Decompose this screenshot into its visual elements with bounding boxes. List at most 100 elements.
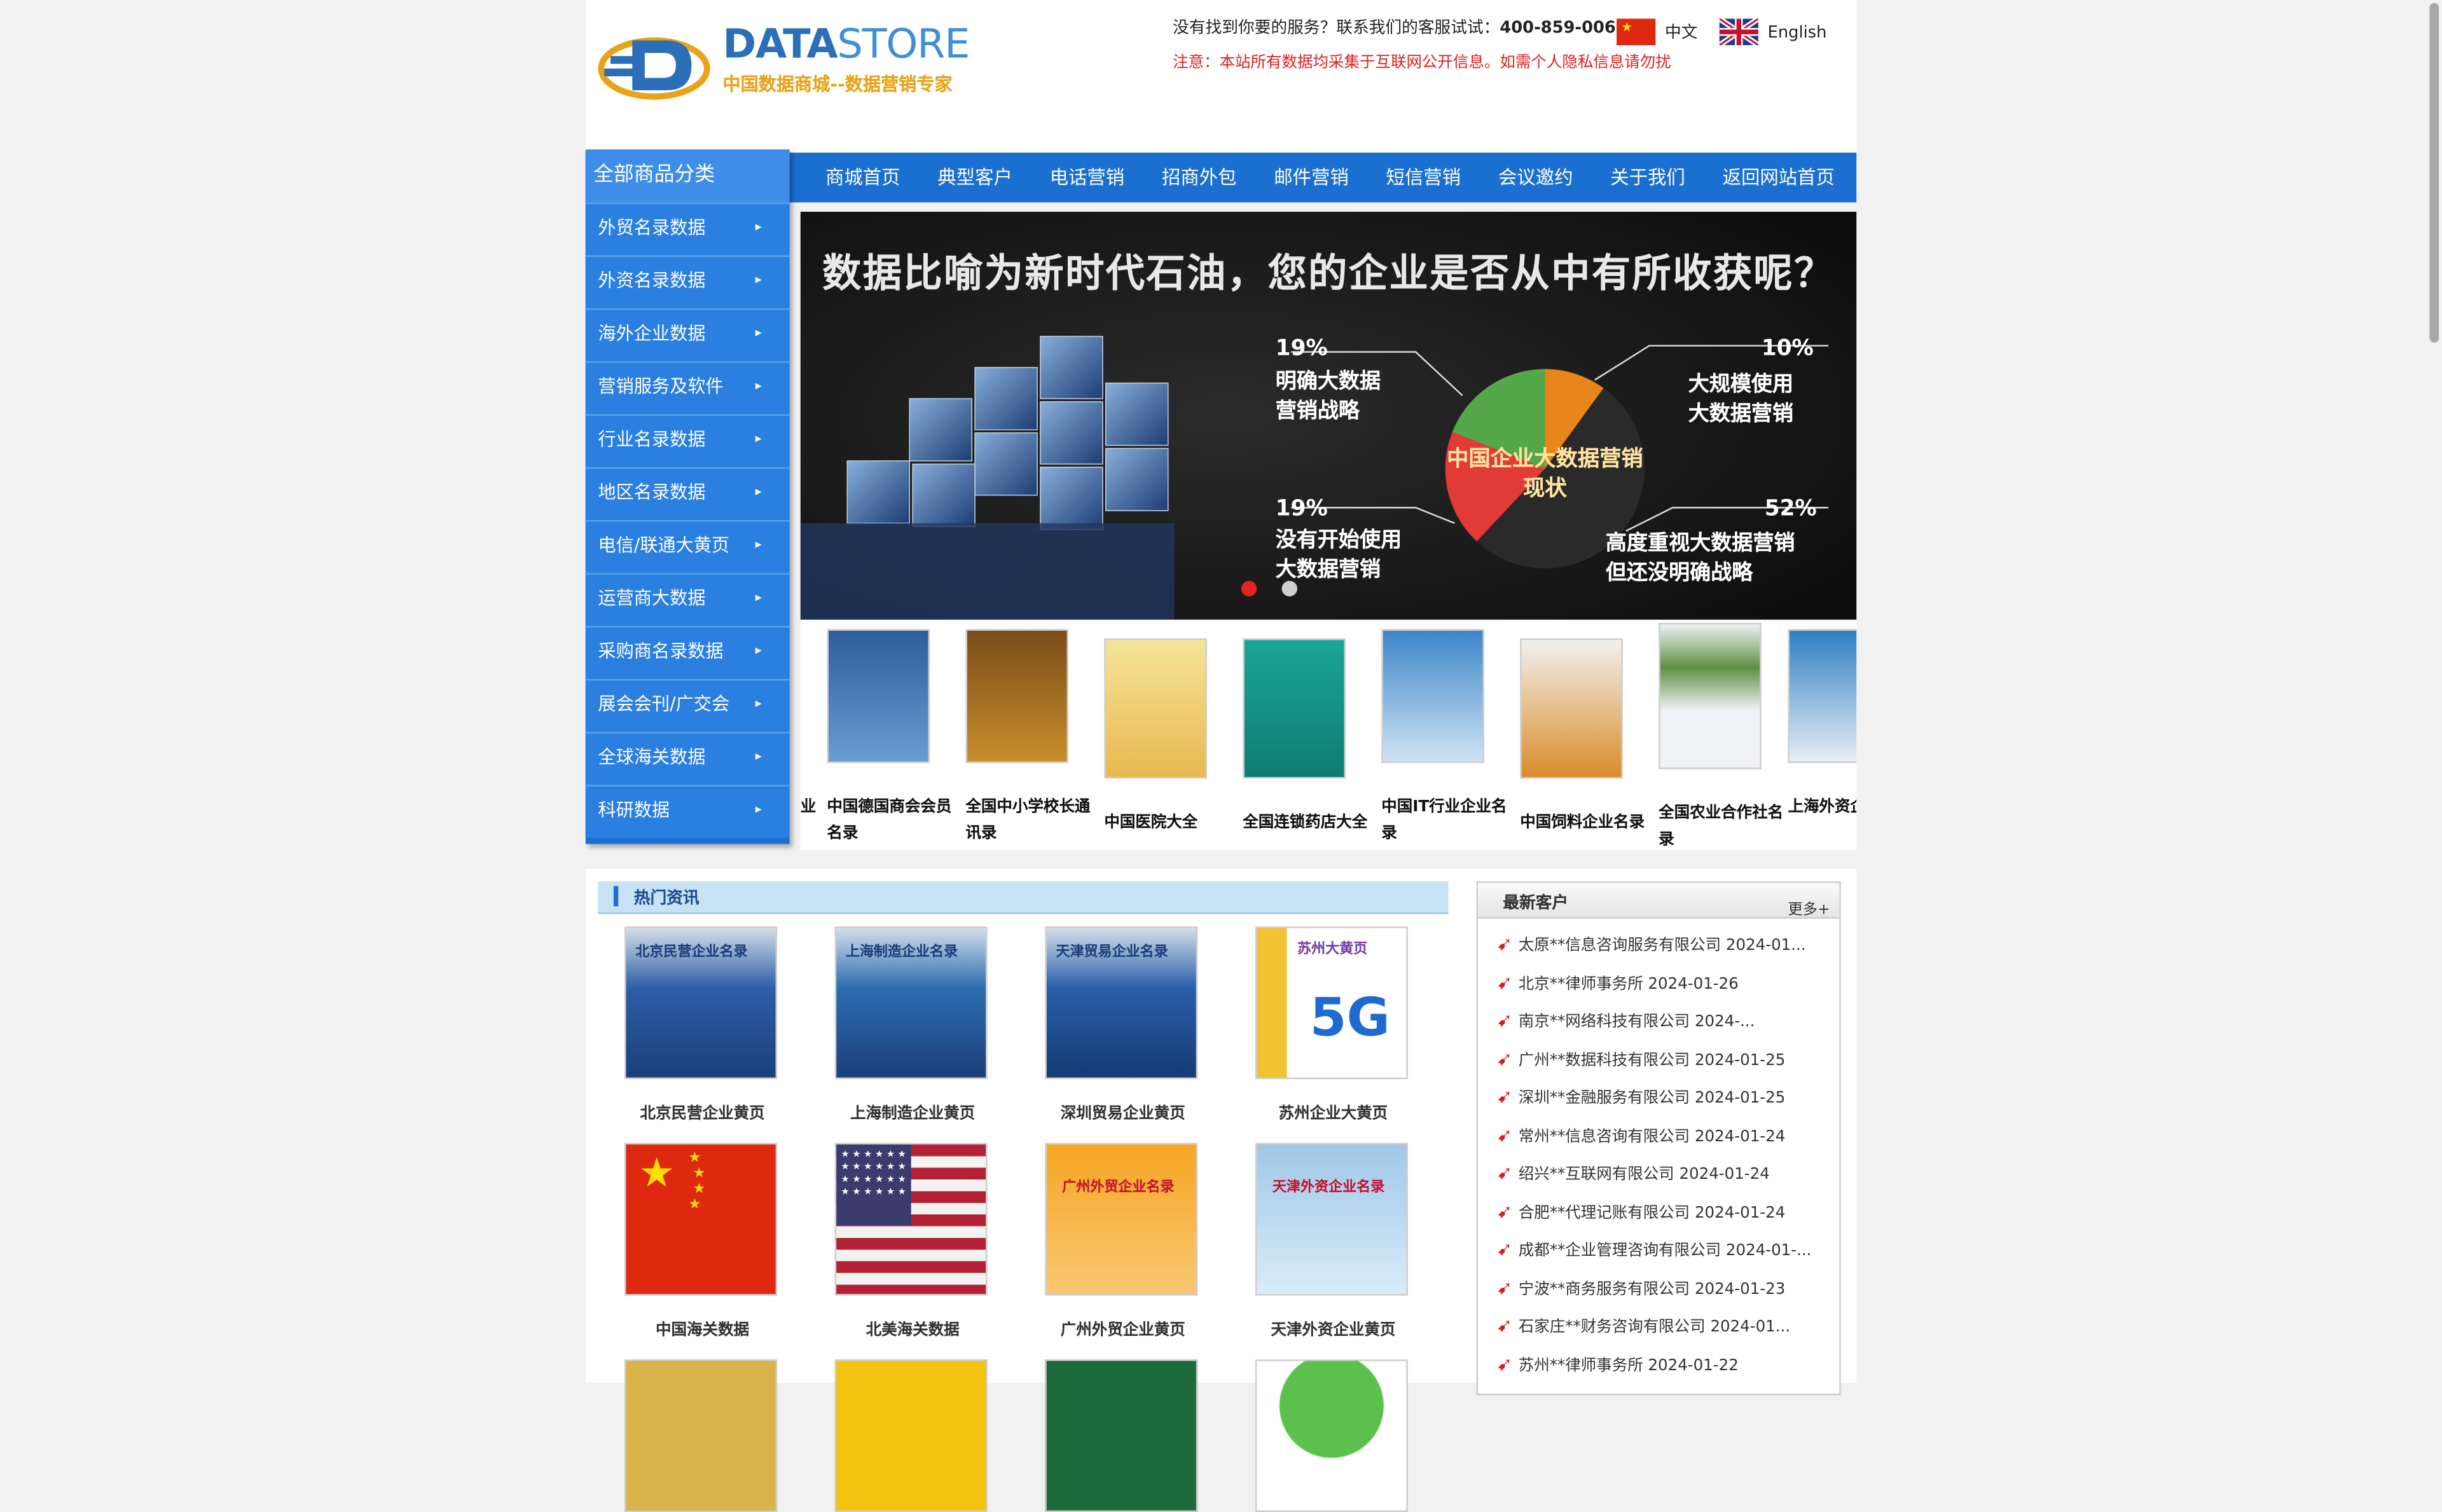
- sidebar-item-foreign-invest[interactable]: 外资名录数据 ▸: [585, 255, 790, 308]
- product-label[interactable]: 上海外资企业黄页: [1788, 794, 1856, 821]
- client-row[interactable]: ➹ 宁波**商务服务有限公司 2024-01-23: [1496, 1275, 1833, 1303]
- sidebar-item-expo[interactable]: 展会会刊/广交会 ▸: [585, 678, 790, 732]
- client-row[interactable]: ➹ 北京**律师事务所 2024-01-26: [1496, 970, 1833, 998]
- stat-1-text: 明确大数据营销战略: [1275, 369, 1381, 424]
- client-row[interactable]: ➹ 太原**信息咨询服务有限公司 2024-01...: [1496, 931, 1833, 959]
- carousel-dot-2[interactable]: [1281, 581, 1298, 596]
- header: DATASTORE 中国数据商城--数据营销专家 没有找到你要的服务？联系我们的…: [585, 0, 1857, 153]
- product-cover-agri-coop[interactable]: [1659, 622, 1762, 769]
- sidebar-item-marketing-software[interactable]: 营销服务及软件 ▸: [585, 361, 790, 415]
- product-cover-hospitals[interactable]: [1104, 638, 1207, 779]
- nav-home[interactable]: 商城首页: [825, 153, 900, 202]
- client-text: 石家庄**财务咨询有限公司 2024-01...: [1518, 1319, 1791, 1337]
- client-row[interactable]: ➹ 绍兴**互联网有限公司 2024-01-24: [1496, 1160, 1833, 1188]
- hot-thumb-us-customs[interactable]: ★ ★ ★ ★ ★ ★ ★ ★ ★ ★ ★ ★ ★ ★ ★ ★ ★ ★ ★ ★ …: [834, 1143, 988, 1296]
- hot-thumb-beijing[interactable]: 北京民营企业名录: [624, 926, 778, 1080]
- logo-title[interactable]: DATASTORE: [722, 22, 970, 69]
- hot-label-shenzhen[interactable]: 深圳贸易企业黄页: [1014, 1099, 1232, 1123]
- product-cover-feed[interactable]: [1520, 638, 1623, 779]
- nav-email-marketing[interactable]: 邮件营销: [1274, 153, 1349, 202]
- sidebar-item-label: 营销服务及软件: [598, 375, 724, 397]
- hot-thumb-tianjin[interactable]: 天津外资企业名录: [1255, 1143, 1408, 1296]
- product-label[interactable]: 中国饲料企业名录: [1520, 809, 1651, 836]
- lang-english-link[interactable]: English: [1719, 18, 1826, 46]
- sidebar-item-customs[interactable]: 全球海关数据 ▸: [585, 732, 790, 785]
- client-row[interactable]: ➹ 合肥**代理记账有限公司 2024-01-24: [1496, 1199, 1833, 1227]
- hot-section-header: 热门资讯: [598, 881, 1449, 914]
- client-text: 广州**数据科技有限公司 2024-01-25: [1518, 1052, 1786, 1070]
- hot-label-suzhou[interactable]: 苏州企业大黄页: [1224, 1099, 1442, 1123]
- pie-center-label: 中国企业大数据营销现状: [1447, 446, 1643, 502]
- hot-thumb-suzhou[interactable]: 苏州大黄页 5G: [1255, 926, 1408, 1080]
- carousel-dot-1[interactable]: [1241, 581, 1257, 596]
- client-text: 绍兴**互联网有限公司 2024-01-24: [1518, 1166, 1770, 1184]
- hot-thumb-row3-4[interactable]: [1255, 1359, 1408, 1512]
- hero-banner[interactable]: 数据比喻为新时代石油，您的企业是否从中有所收获呢？ 19% 明确大数据营销战略 …: [800, 212, 1857, 620]
- hot-label-shanghai[interactable]: 上海制造企业黄页: [804, 1099, 1022, 1123]
- nav-telemarketing[interactable]: 电话营销: [1050, 153, 1125, 202]
- client-bullet-icon: ➹: [1496, 1277, 1513, 1299]
- product-cover-principals[interactable]: [965, 629, 1069, 764]
- lang-chinese-link[interactable]: ★ 中文: [1617, 18, 1698, 46]
- hot-label-beijing[interactable]: 北京民营企业黄页: [593, 1099, 811, 1123]
- sidebar-item-region[interactable]: 地区名录数据 ▸: [585, 467, 790, 520]
- hot-thumb-shanghai[interactable]: 上海制造企业名录: [834, 926, 988, 1080]
- datastore-logo-icon[interactable]: [598, 28, 710, 103]
- nav-meeting-invite[interactable]: 会议邀约: [1498, 153, 1573, 202]
- hot-thumb-shenzhen[interactable]: 天津贸易企业名录: [1045, 926, 1198, 1080]
- product-label-partial[interactable]: 业: [801, 794, 816, 821]
- product-label[interactable]: 全国中小学校长通讯录: [965, 794, 1096, 847]
- nav-sms-marketing[interactable]: 短信营销: [1386, 153, 1461, 202]
- client-text: 太原**信息咨询服务有限公司 2024-01...: [1518, 937, 1806, 955]
- hot-label-tianjin[interactable]: 天津外资企业黄页: [1224, 1316, 1442, 1339]
- lang-chinese-label: 中文: [1664, 23, 1698, 43]
- hot-label-us-customs[interactable]: 北美海关数据: [804, 1316, 1022, 1339]
- product-label[interactable]: 全国农业合作社名录: [1659, 801, 1790, 850]
- sidebar-item-industry[interactable]: 行业名录数据 ▸: [585, 414, 790, 467]
- clients-title: 最新客户: [1503, 893, 1569, 913]
- china-flag-icon: ★: [1617, 18, 1656, 46]
- nav-about[interactable]: 关于我们: [1610, 153, 1685, 202]
- product-label[interactable]: 全国连锁药店大全: [1243, 809, 1374, 836]
- clients-more-link[interactable]: 更多+: [1788, 897, 1830, 919]
- sidebar-item-research[interactable]: 科研数据 ▸: [585, 785, 790, 838]
- hot-label-china-customs[interactable]: 中国海关数据: [593, 1316, 811, 1339]
- client-text: 北京**律师事务所 2024-01-26: [1518, 976, 1739, 994]
- client-row[interactable]: ➹ 成都**企业管理咨询有限公司 2024-01-...: [1496, 1237, 1833, 1265]
- product-label[interactable]: 中国医院大全: [1104, 809, 1235, 836]
- client-row[interactable]: ➹ 深圳**金融服务有限公司 2024-01-25: [1496, 1084, 1833, 1112]
- product-cover-pharmacies[interactable]: [1243, 638, 1346, 779]
- sidebar-item-buyers[interactable]: 采购商名录数据 ▸: [585, 626, 790, 679]
- client-text: 苏州**律师事务所 2024-01-22: [1518, 1357, 1739, 1375]
- nav-outsourcing[interactable]: 招商外包: [1162, 153, 1237, 202]
- sidebar-title: 全部商品分类: [585, 149, 790, 203]
- product-label[interactable]: 中国德国商会会员名录: [827, 794, 958, 847]
- nav-clients[interactable]: 典型客户: [937, 153, 1012, 202]
- hot-thumb-guangzhou[interactable]: 广州外贸企业名录: [1045, 1143, 1198, 1296]
- client-row[interactable]: ➹ 苏州**律师事务所 2024-01-22: [1496, 1352, 1833, 1380]
- cover-text: 广州外贸企业名录: [1062, 1180, 1175, 1196]
- hot-thumb-china-customs[interactable]: ★ ★ ★ ★ ★: [624, 1143, 778, 1296]
- hot-thumb-row3-3[interactable]: [1045, 1359, 1198, 1512]
- product-cover-it-industry[interactable]: [1381, 629, 1484, 764]
- client-row[interactable]: ➹ 广州**数据科技有限公司 2024-01-25: [1496, 1047, 1833, 1075]
- hot-thumb-row3-1[interactable]: [624, 1359, 778, 1512]
- hot-thumb-row3-2[interactable]: [834, 1359, 988, 1512]
- product-cover-german-chamber[interactable]: [827, 629, 930, 764]
- sidebar-item-overseas[interactable]: 海外企业数据 ▸: [585, 308, 790, 362]
- service-text: 没有找到你要的服务？联系我们的客服试试：: [1173, 18, 1500, 38]
- client-row[interactable]: ➹ 南京**网络科技有限公司 2024-...: [1496, 1008, 1833, 1036]
- client-row[interactable]: ➹ 石家庄**财务咨询有限公司 2024-01...: [1496, 1313, 1833, 1341]
- sidebar-item-label: 外资名录数据: [598, 269, 706, 291]
- nav-back-home[interactable]: 返回网站首页: [1723, 153, 1835, 202]
- hot-label-guangzhou[interactable]: 广州外贸企业黄页: [1014, 1316, 1232, 1339]
- sidebar-item-foreign-trade[interactable]: 外贸名录数据 ▸: [585, 202, 790, 256]
- sidebar-item-carrier-data[interactable]: 运营商大数据 ▸: [585, 573, 790, 626]
- sidebar-item-telecom[interactable]: 电信/联通大黄页 ▸: [585, 519, 790, 574]
- scrollbar-thumb[interactable]: [2429, 3, 2439, 343]
- client-row[interactable]: ➹ 常州**信息咨询有限公司 2024-01-24: [1496, 1123, 1833, 1151]
- product-cover-shanghai[interactable]: [1788, 629, 1857, 764]
- logo-title-b: STORE: [837, 22, 970, 69]
- client-text: 南京**网络科技有限公司 2024-...: [1518, 1014, 1755, 1031]
- product-label[interactable]: 中国IT行业企业名录: [1381, 794, 1512, 847]
